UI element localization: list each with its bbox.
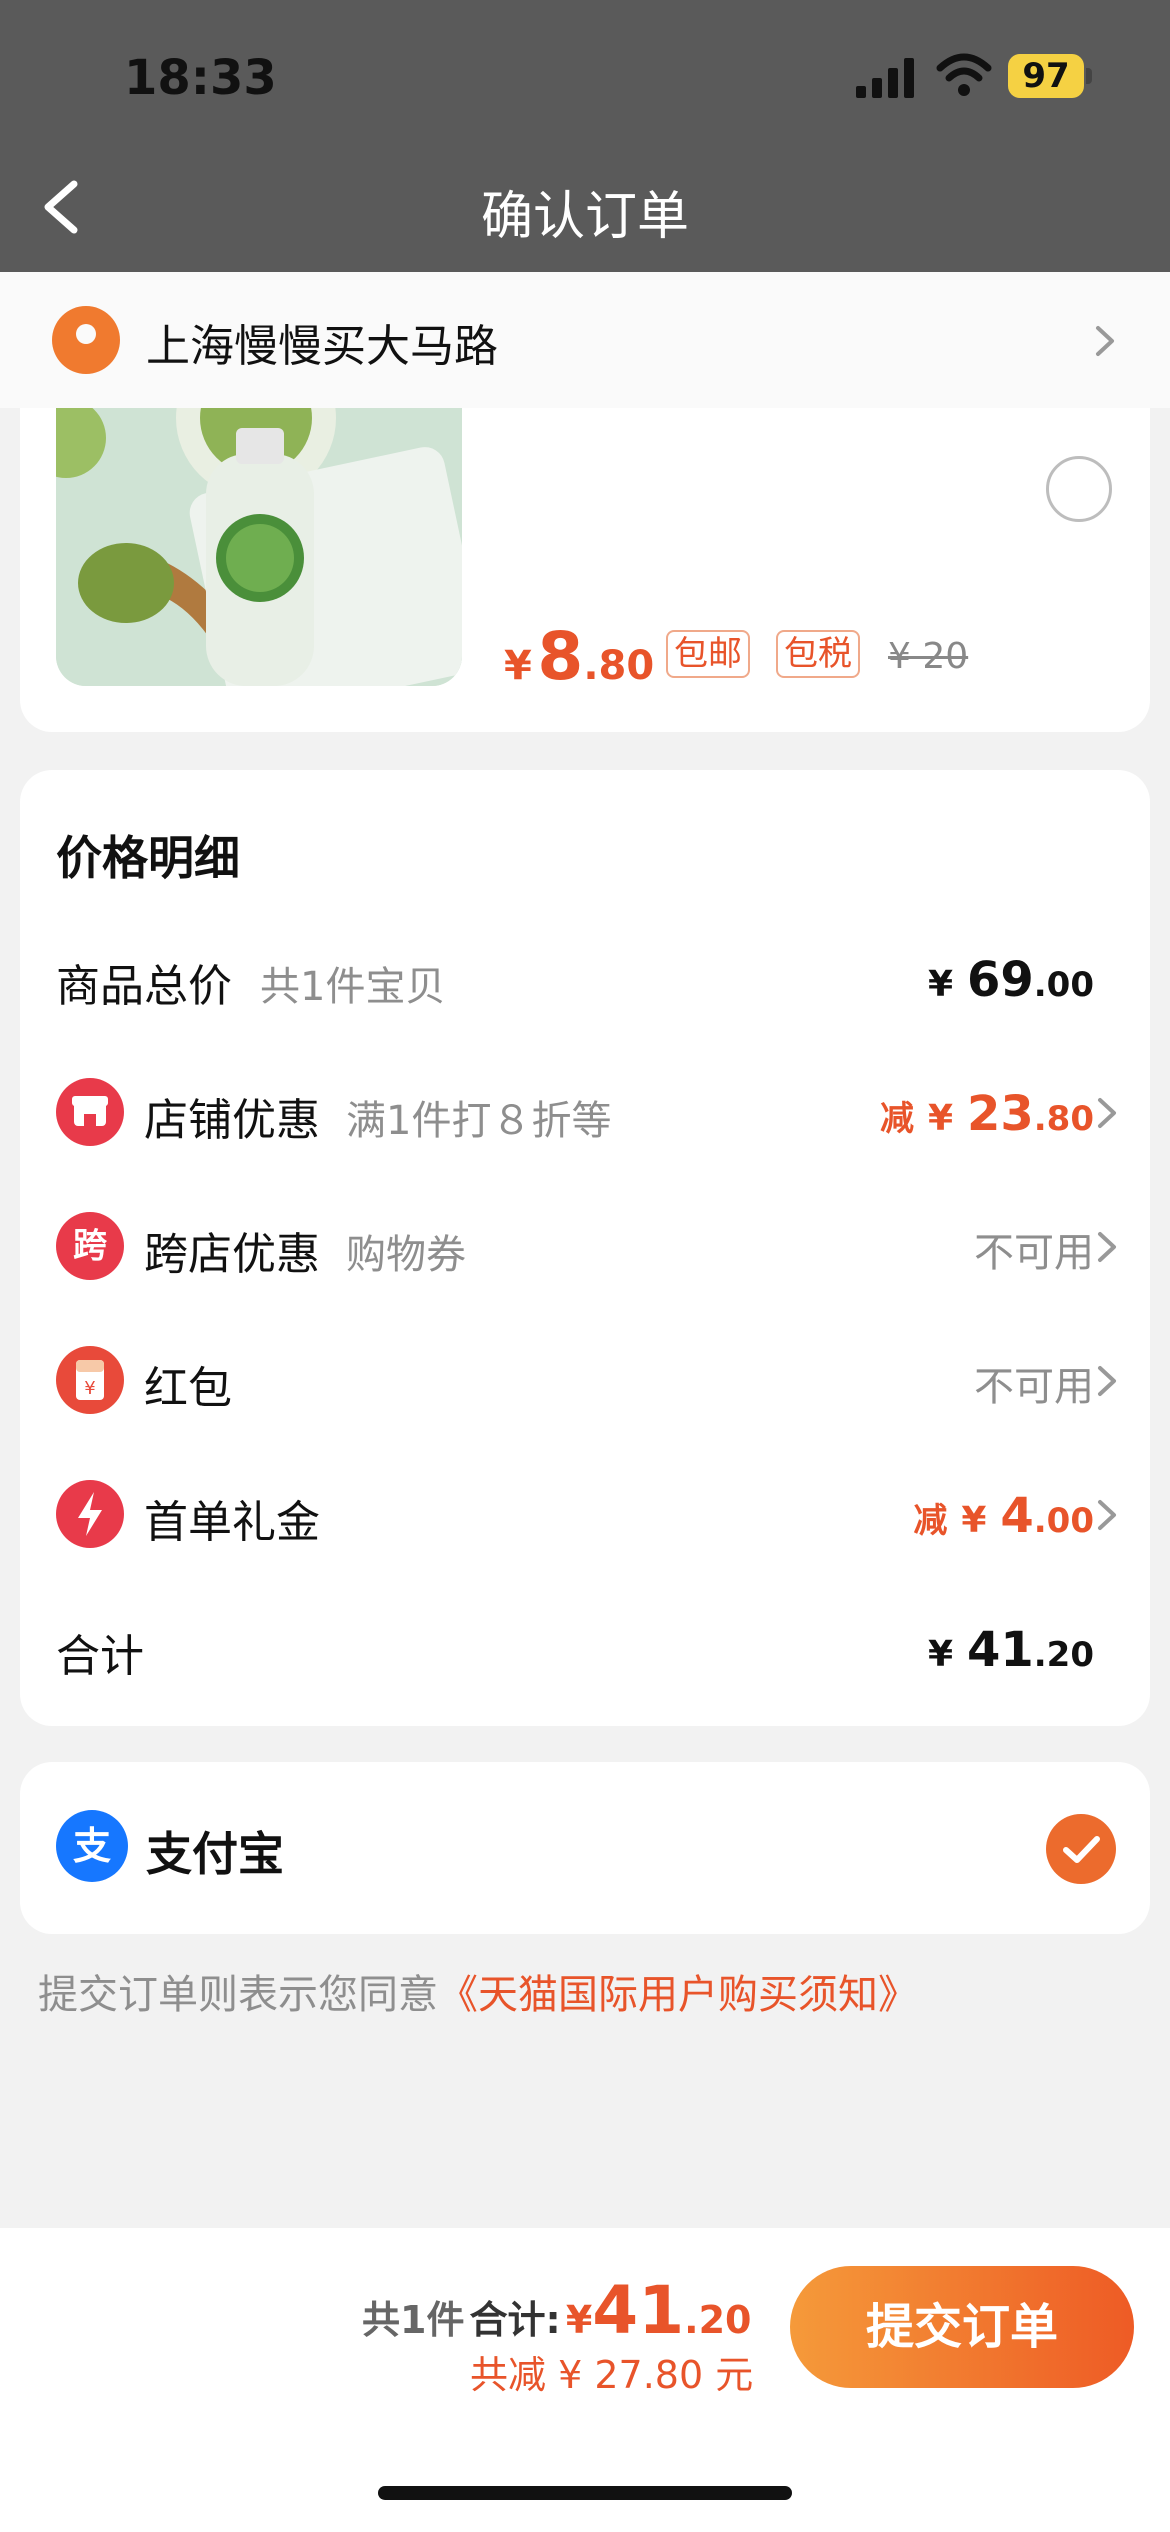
row-subtext: 共1件宝贝 (260, 964, 446, 1010)
cross-store-icon: 跨 (56, 1212, 124, 1280)
cellular-signal-icon (856, 58, 914, 98)
bottom-action-bar: 共1件 合计: ¥41.20 共减 ¥ 27.80 元 提交订单 (0, 2228, 1170, 2532)
item-select-radio[interactable] (1046, 456, 1112, 522)
status-time: 18:33 (124, 50, 277, 106)
row-total: 合计 ¥ 41.20 (20, 1608, 1150, 1688)
chevron-right-icon (1098, 1098, 1116, 1128)
submit-order-button[interactable]: 提交订单 (790, 2266, 1134, 2388)
row-cross-store-discount[interactable]: 跨 跨店优惠 购物券 不可用 (20, 1206, 1150, 1286)
row-value: 减 ¥ 23.80 (880, 1086, 1094, 1142)
product-price: ¥ 8.80 (504, 618, 655, 695)
checkmark-icon[interactable] (1046, 1814, 1116, 1884)
location-pin-icon (52, 306, 120, 374)
row-label: 合计 (56, 1631, 144, 1682)
original-price: ¥ 20 (888, 636, 969, 677)
row-label: 商品总价 (56, 961, 232, 1012)
battery-indicator: 97 (1008, 54, 1084, 98)
agreement-link[interactable]: 《天猫国际用户购买须知》 (438, 1972, 918, 2018)
row-first-order-gift[interactable]: 首单礼金 减 ¥ 4.00 (20, 1474, 1150, 1554)
total-summary: 共1件 合计: ¥41.20 (362, 2272, 751, 2349)
payment-label: 支付宝 (146, 1827, 284, 1881)
row-value: 不可用 (974, 1364, 1094, 1410)
savings-text: 共减 ¥ 27.80 元 (470, 2353, 754, 2397)
lightning-icon (56, 1480, 124, 1548)
row-label: 跨店优惠 (144, 1229, 320, 1280)
row-red-packet[interactable]: ¥ 红包 不可用 (20, 1340, 1150, 1420)
free-shipping-tag: 包邮 (666, 630, 750, 678)
chevron-right-icon (1098, 1500, 1116, 1530)
home-indicator (378, 2486, 792, 2500)
row-subtext: 购物券 (346, 1232, 466, 1278)
row-value: 不可用 (974, 1230, 1094, 1276)
tax-included-tag: 包税 (776, 630, 860, 678)
row-label: 首单礼金 (144, 1497, 320, 1548)
red-packet-icon: ¥ (56, 1346, 124, 1414)
row-value: ¥ 69.00 (927, 952, 1094, 1008)
row-value: ¥ 41.20 (927, 1622, 1094, 1678)
svg-text:¥: ¥ (84, 1378, 95, 1399)
shop-icon (56, 1078, 124, 1146)
status-bar: 18:33 97 (0, 0, 1170, 140)
battery-cap (1086, 68, 1092, 84)
product-image[interactable] (56, 408, 462, 686)
item-count: 共1件 (362, 2298, 465, 2342)
wifi-icon (936, 53, 992, 96)
total-label: 合计: (469, 2298, 561, 2342)
page-title: 确认订单 (480, 187, 689, 247)
row-label: 店铺优惠 (144, 1095, 320, 1146)
address-bar[interactable]: 上海慢慢买大马路 (0, 272, 1170, 408)
row-label: 红包 (144, 1363, 232, 1414)
total-price: ¥41.20 (565, 2272, 752, 2349)
chevron-right-icon (1098, 1366, 1116, 1396)
row-shop-discount[interactable]: 店铺优惠 满1件打８折等 减 ¥ 23.80 (20, 1072, 1150, 1152)
address-text: 上海慢慢买大马路 (146, 321, 498, 372)
row-value: 减 ¥ 4.00 (913, 1488, 1094, 1544)
agreement-text: 提交订单则表示您同意《天猫国际用户购买须知》 (38, 1972, 918, 2018)
chevron-right-icon (1096, 326, 1114, 356)
row-goods-total: 商品总价 共1件宝贝 ¥ 69.00 (20, 938, 1150, 1018)
chevron-right-icon (1098, 1232, 1116, 1262)
alipay-icon: 支 (56, 1810, 128, 1882)
payment-method-card[interactable]: 支 支付宝 (20, 1762, 1150, 1934)
nav-bar: 确认订单 (0, 140, 1170, 272)
price-detail-card: 价格明细 商品总价 共1件宝贝 ¥ 69.00 店铺优惠 满1件打８折等 减 ¥… (20, 770, 1150, 1726)
product-card: ¥ 8.80 包邮 包税 ¥ 20 (20, 408, 1150, 732)
section-title: 价格明细 (56, 831, 240, 885)
row-subtext: 满1件打８折等 (346, 1098, 612, 1144)
